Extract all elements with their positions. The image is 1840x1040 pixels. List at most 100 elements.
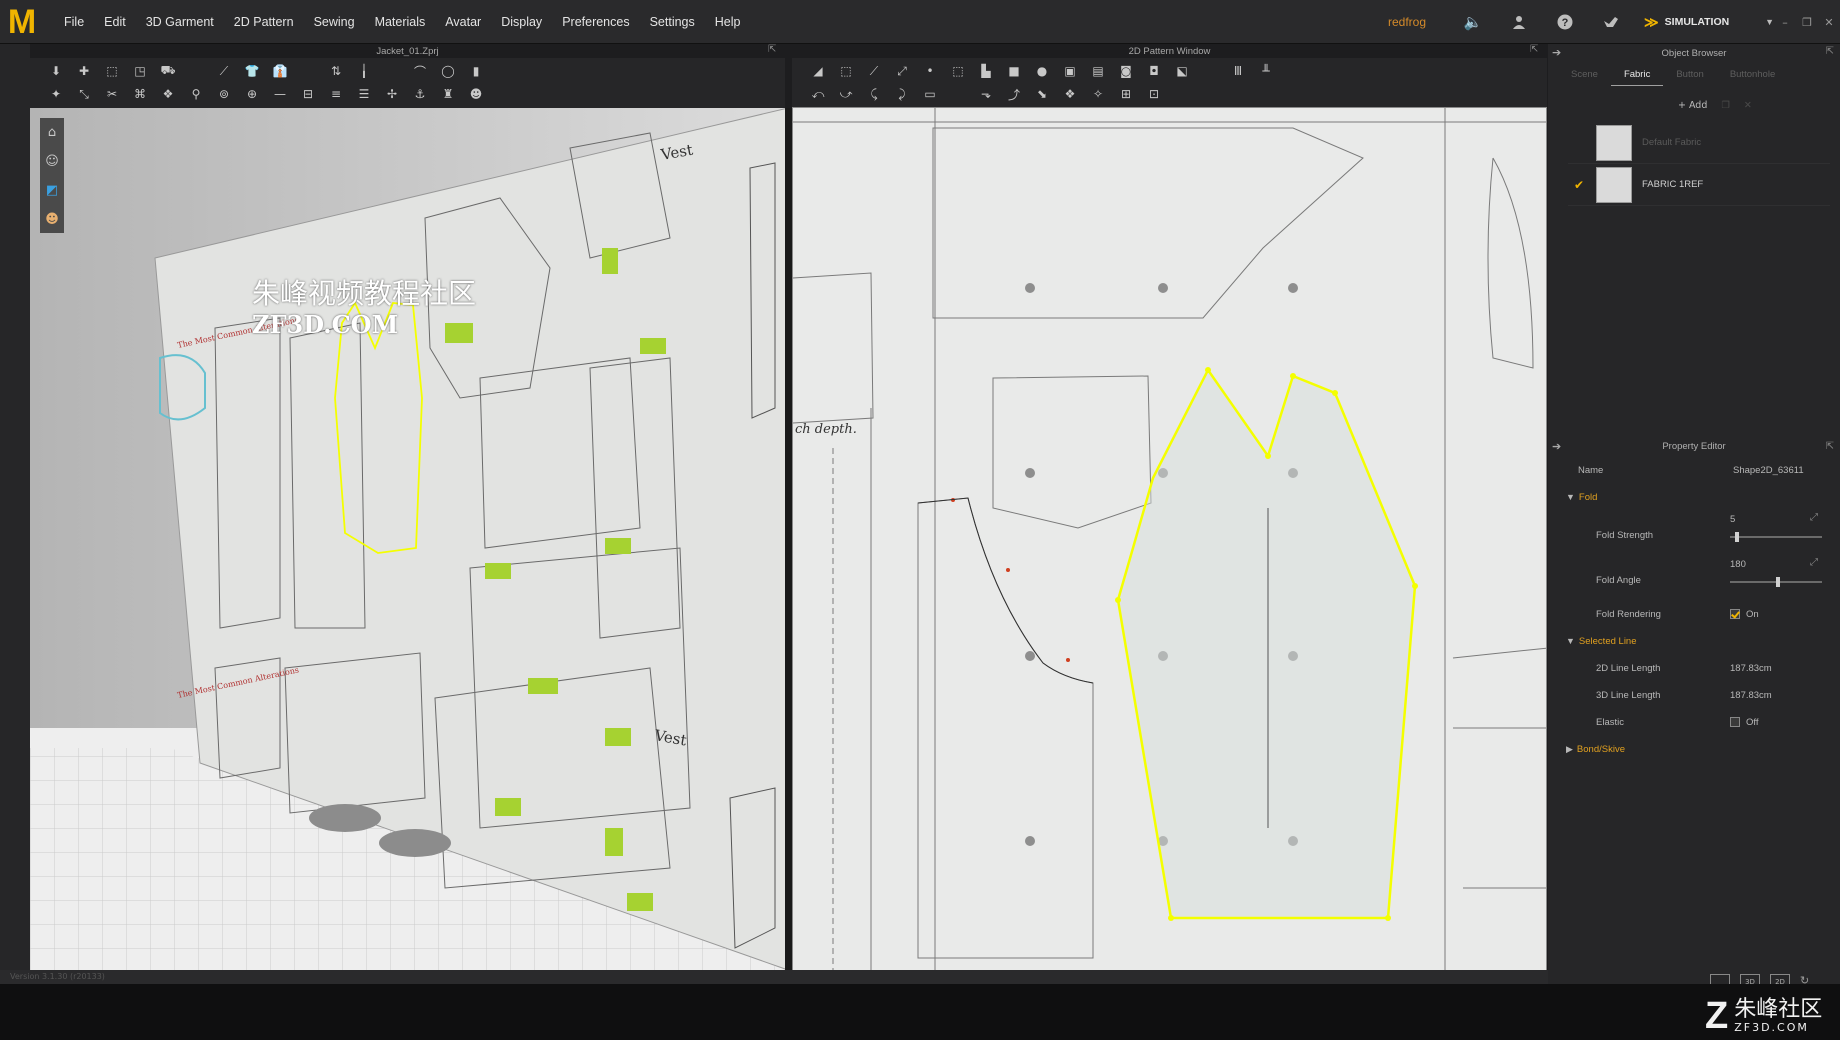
user-name[interactable]: redfrog [1388, 15, 1426, 29]
tab-button[interactable]: Button [1663, 64, 1716, 86]
pin-icon[interactable]: ⚲ [182, 83, 210, 105]
tab-buttonhole[interactable]: Buttonhole [1717, 64, 1788, 86]
menu-materials[interactable]: Materials [365, 0, 436, 44]
segment-sewing-icon[interactable]: ⤺ [804, 83, 832, 105]
tab-fabric[interactable]: Fabric [1610, 64, 1664, 86]
fold-arrange-icon[interactable]: ⬎ [972, 83, 1000, 105]
curve-point-icon[interactable]: ⤢ [888, 60, 916, 82]
rectangle-icon[interactable]: ■ [1000, 60, 1028, 82]
speaker-icon[interactable]: 🔈 [1462, 11, 1484, 33]
select-move-icon[interactable]: ⬇ [42, 60, 70, 82]
tape-sewing-icon[interactable]: ▭ [916, 83, 944, 105]
skin-view-icon[interactable]: ☻ [40, 207, 64, 231]
trim-icon[interactable]: ⬕ [1168, 60, 1196, 82]
sparkle-icon[interactable]: ✧ [1084, 83, 1112, 105]
menu-sewing[interactable]: Sewing [304, 0, 365, 44]
edit-pattern-icon[interactable]: ⬚ [832, 60, 860, 82]
fold-strength-knob[interactable] [1734, 532, 1739, 542]
minimize-icon[interactable]: – [1774, 16, 1796, 29]
transform-pattern-icon[interactable]: ◢ [804, 60, 832, 82]
selected-line-section[interactable]: ▼ Selected Line [1548, 629, 1840, 656]
arrange-icon[interactable]: ✢ [378, 83, 406, 105]
fold-angle-knob[interactable] [1776, 577, 1780, 587]
collapse-arrow-icon[interactable]: ➔ [1552, 436, 1561, 458]
fold-strength-slider[interactable] [1730, 532, 1822, 542]
m-n-sewing-icon[interactable]: ⤹ [860, 83, 888, 105]
trace-icon[interactable]: ▙ [972, 60, 1000, 82]
bond-skive-section[interactable]: ▶ Bond/Skive [1548, 737, 1840, 764]
viewport-divider[interactable] [785, 108, 792, 970]
close-icon[interactable]: ✕ [1818, 16, 1840, 29]
texture-icon[interactable]: ❖ [1056, 83, 1084, 105]
elastic-checkbox[interactable] [1730, 717, 1740, 728]
property-editor-expand-icon[interactable]: ⇱ [1826, 436, 1834, 458]
annotation-icon[interactable]: ⊡ [1140, 83, 1168, 105]
print-layout-icon[interactable]: ⊞ [1112, 83, 1140, 105]
box-pin-icon[interactable]: ◳ [126, 60, 154, 82]
measure-icon[interactable]: ⊚ [210, 83, 238, 105]
distribute-icon[interactable]: ☰ [350, 83, 378, 105]
gradient-icon[interactable]: ⬊ [1028, 83, 1056, 105]
internal-circle-icon[interactable]: ◙ [1112, 60, 1140, 82]
elastic-control[interactable]: Off [1730, 717, 1759, 728]
fold-rendering-checkbox[interactable] [1730, 609, 1740, 620]
prop-name-value[interactable]: Shape2D_63611 [1733, 465, 1804, 476]
menu-edit[interactable]: Edit [94, 0, 136, 44]
edit-curve-icon[interactable]: ⟋ [860, 60, 888, 82]
fabric-item[interactable]: ✔ FABRIC 1REF [1568, 164, 1830, 206]
3d-viewport[interactable]: The Most Common Alterations The Most Com… [30, 108, 785, 970]
ruler-icon[interactable]: ╨ [1252, 60, 1280, 82]
menu-file[interactable]: File [54, 0, 94, 44]
2d-pattern-viewport[interactable]: ch depth. [792, 107, 1547, 971]
align-icon[interactable]: ≡ [322, 83, 350, 105]
copy-fabric-icon[interactable]: ❐ [1721, 100, 1730, 111]
fold-strength-value[interactable]: 5 [1730, 514, 1735, 525]
garment-icon[interactable]: ♜ [434, 83, 462, 105]
menu-settings[interactable]: Settings [640, 0, 705, 44]
menu-help[interactable]: Help [705, 0, 751, 44]
user-icon[interactable] [1508, 11, 1530, 33]
free-sewing-icon[interactable]: ⤻ [832, 83, 860, 105]
shirt-edit-icon[interactable]: 👔 [266, 60, 294, 82]
fold-section[interactable]: ▼ Fold [1548, 485, 1840, 512]
line-2d-value[interactable]: 187.83cm [1730, 663, 1772, 674]
seam-icon[interactable]: ⤡ [70, 83, 98, 105]
edit-point-icon[interactable]: ⬚ [944, 60, 972, 82]
car-icon[interactable]: ⛟ [154, 60, 182, 82]
line-tool-icon[interactable]: ⟋ [210, 60, 238, 82]
grain-line-icon[interactable]: Ⅲ [1224, 60, 1252, 82]
avatar-view-icon[interactable]: ☺ [40, 149, 64, 173]
curve-icon[interactable]: ⌒ [406, 60, 434, 82]
internal-polygon-icon[interactable]: ▤ [1084, 60, 1112, 82]
menu-preferences[interactable]: Preferences [552, 0, 639, 44]
fold-angle-value[interactable]: 180 [1730, 559, 1746, 570]
simulation-mode-dropdown[interactable]: ≫ SIMULATION ▼ [1644, 10, 1774, 34]
stitch-icon[interactable]: ✂ [98, 83, 126, 105]
menu-avatar[interactable]: Avatar [435, 0, 491, 44]
fabric-item[interactable]: Default Fabric [1568, 122, 1830, 164]
shirt-icon[interactable]: 👕 [238, 60, 266, 82]
internal-rect-icon[interactable]: ▣ [1056, 60, 1084, 82]
avatar-pose-icon[interactable]: ✦ [42, 83, 70, 105]
fold-rendering-control[interactable]: On [1730, 609, 1759, 620]
bird-icon[interactable] [1600, 11, 1622, 33]
help-icon[interactable]: ? [1554, 11, 1576, 33]
tab-scene[interactable]: Scene [1558, 64, 1611, 86]
bar-icon[interactable]: ▮ [462, 60, 490, 82]
grain-icon[interactable]: ❖ [154, 83, 182, 105]
menu-2d-pattern[interactable]: 2D Pattern [224, 0, 304, 44]
collapse-arrow-icon[interactable]: ➔ [1552, 46, 1561, 59]
edit-sewing-icon[interactable]: ⤸ [888, 83, 916, 105]
object-browser-expand-icon[interactable]: ⇱ [1826, 46, 1834, 57]
box-select-icon[interactable]: ⬚ [98, 60, 126, 82]
lasso-icon[interactable]: ◯ [434, 60, 462, 82]
pin-2d-icon[interactable]: ⤴ [1000, 83, 1028, 105]
ellipse-icon[interactable]: ● [1028, 60, 1056, 82]
menu-3d-garment[interactable]: 3D Garment [136, 0, 224, 44]
hanger-icon[interactable]: ⚓ [406, 83, 434, 105]
line-icon[interactable]: — [266, 83, 294, 105]
circle-icon[interactable]: ⊕ [238, 83, 266, 105]
delete-fabric-icon[interactable]: ✕ [1744, 100, 1752, 111]
dart-icon[interactable]: ◘ [1140, 60, 1168, 82]
tack-icon[interactable]: ╽ [350, 60, 378, 82]
